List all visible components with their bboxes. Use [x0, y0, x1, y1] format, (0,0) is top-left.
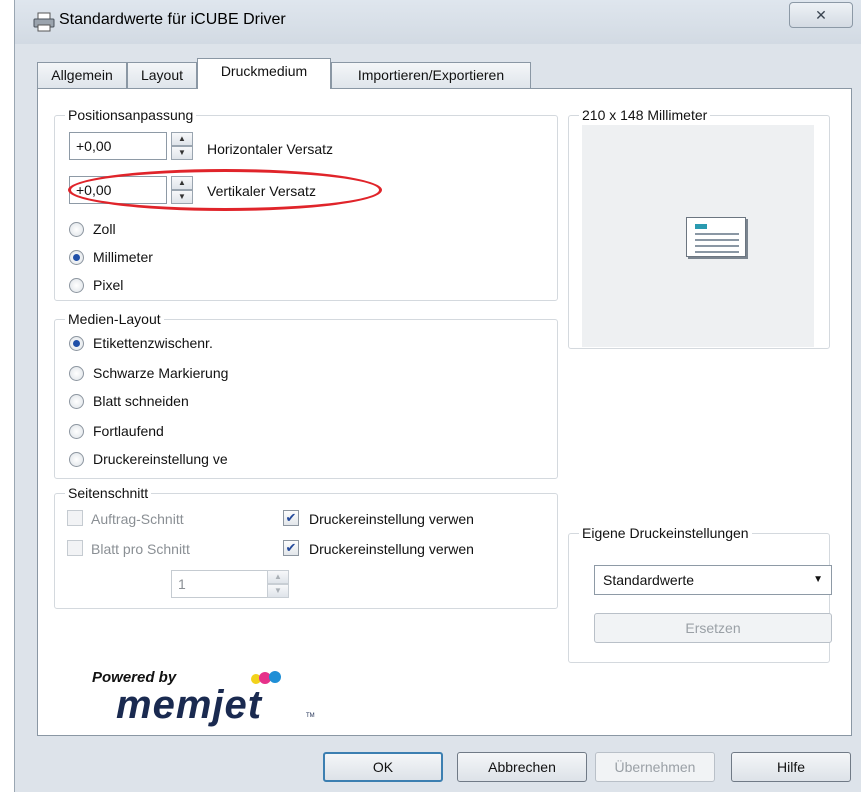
horizontal-offset-label: Horizontaler Versatz — [207, 141, 334, 157]
page-cut-group: Seitenschnitt Auftrag-Schnitt ✔ Druckere… — [54, 484, 558, 609]
title-bar: Standardwerte für iCUBE Driver ✕ — [15, 0, 861, 44]
tab-allgemein[interactable]: Allgemein — [37, 62, 127, 88]
media-continuous-label: Fortlaufend — [93, 423, 164, 439]
unit-millimeter-label: Millimeter — [93, 249, 153, 265]
close-button[interactable]: ✕ — [789, 2, 853, 28]
media-continuous-radio[interactable] — [69, 424, 84, 439]
horizontal-offset-input[interactable]: +0,00 — [69, 132, 167, 160]
cancel-button[interactable]: Abbrechen — [457, 752, 587, 782]
custom-settings-value: Standardwerte — [603, 572, 695, 588]
position-group: Positionsanpassung +0,00 ▲ ▼ Horizontale… — [54, 106, 558, 301]
apply-button[interactable]: Übernehmen — [595, 752, 715, 782]
tab-panel: Positionsanpassung +0,00 ▲ ▼ Horizontale… — [37, 88, 852, 736]
job-cut-label: Auftrag-Schnitt — [91, 511, 184, 527]
media-cut-sheet-radio[interactable] — [69, 394, 84, 409]
trademark-mark: TM — [306, 713, 315, 719]
media-black-mark-radio[interactable] — [69, 366, 84, 381]
memjet-logo: Powered by memjet TM — [92, 669, 315, 731]
stepper-up-icon[interactable]: ▲ — [171, 132, 193, 146]
unit-zoll-label: Zoll — [93, 221, 116, 237]
job-cut-printer-checkbox[interactable]: ✔ — [283, 510, 299, 526]
sheets-count-input[interactable]: 1 — [171, 570, 269, 598]
unit-pixel-label: Pixel — [93, 277, 124, 293]
preview-size-label: 210 x 148 Millimeter — [579, 106, 711, 124]
dialog-window: Standardwerte für iCUBE Driver ✕ Allgeme… — [14, 0, 861, 792]
media-layout-group-label: Medien-Layout — [65, 310, 164, 328]
tab-druckmedium[interactable]: Druckmedium — [197, 58, 331, 89]
custom-settings-group: Eigene Druckeinstellungen — [568, 524, 830, 663]
custom-settings-select[interactable]: Standardwerte ▼ — [594, 565, 832, 595]
window-title: Standardwerte für iCUBE Driver — [59, 11, 286, 28]
label-preview-icon — [686, 217, 746, 257]
media-gap-label: Etikettenzwischenr. — [93, 335, 213, 351]
media-preview — [582, 125, 814, 347]
media-printer-setting-radio[interactable] — [69, 452, 84, 467]
media-black-mark-label: Schwarze Markierung — [93, 365, 229, 381]
custom-settings-group-label: Eigene Druckeinstellungen — [579, 524, 752, 542]
sheets-per-cut-printer-label: Druckereinstellung verwen — [309, 541, 474, 557]
horizontal-offset-stepper[interactable]: ▲ ▼ — [171, 132, 193, 160]
media-printer-setting-label: Druckereinstellung ve — [93, 451, 228, 467]
help-button[interactable]: Hilfe — [731, 752, 851, 782]
position-group-label: Positionsanpassung — [65, 106, 197, 124]
media-gap-radio[interactable] — [69, 336, 84, 351]
sheets-per-cut-checkbox[interactable] — [67, 540, 83, 556]
job-cut-printer-label: Druckereinstellung verwen — [309, 511, 474, 527]
sheets-per-cut-printer-checkbox[interactable]: ✔ — [283, 540, 299, 556]
tab-layout[interactable]: Layout — [127, 62, 197, 88]
unit-pixel-radio[interactable] — [69, 278, 84, 293]
printer-icon — [33, 12, 55, 32]
sheets-count-stepper[interactable]: ▲ ▼ — [267, 570, 289, 598]
stepper-down-icon[interactable]: ▼ — [267, 584, 289, 598]
ok-button[interactable]: OK — [323, 752, 443, 782]
stepper-down-icon[interactable]: ▼ — [171, 146, 193, 160]
media-layout-group: Medien-Layout Etikettenzwischenr. Schwar… — [54, 310, 558, 479]
media-cut-sheet-label: Blatt schneiden — [93, 393, 189, 409]
unit-millimeter-radio[interactable] — [69, 250, 84, 265]
memjet-wordmark: memjet — [116, 683, 263, 727]
page-cut-group-label: Seitenschnitt — [65, 484, 152, 502]
unit-zoll-radio[interactable] — [69, 222, 84, 237]
tab-importieren-exportieren[interactable]: Importieren/Exportieren — [331, 62, 531, 88]
stepper-up-icon[interactable]: ▲ — [267, 570, 289, 584]
vertical-offset-highlight — [68, 169, 382, 211]
replace-button[interactable]: Ersetzen — [594, 613, 832, 643]
job-cut-checkbox[interactable] — [67, 510, 83, 526]
chevron-down-icon[interactable]: ▼ — [813, 566, 823, 594]
sheets-per-cut-label: Blatt pro Schnitt — [91, 541, 190, 557]
